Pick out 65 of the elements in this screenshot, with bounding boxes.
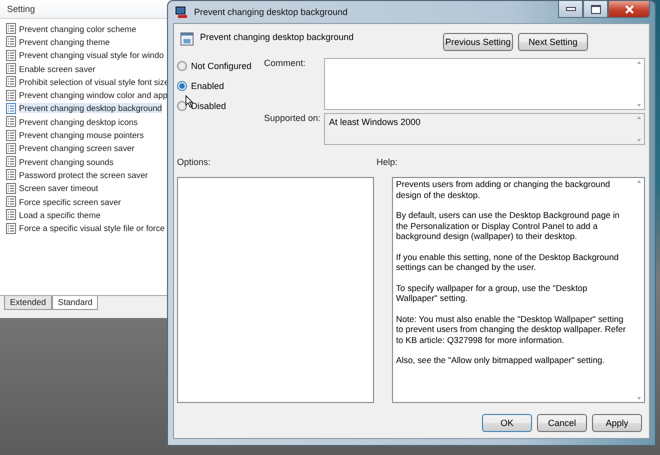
radio-label: Enabled (191, 81, 224, 91)
setting-icon (6, 36, 16, 48)
window-title: Prevent changing desktop background (194, 7, 349, 17)
nav-button[interactable]: Next Setting (518, 33, 588, 51)
setting-icon (6, 50, 16, 61)
setting-icon (6, 76, 16, 88)
list-item[interactable]: Force specific screen saver (19, 196, 121, 206)
list-item[interactable]: Enable screen saver (19, 64, 96, 74)
setting-icon (6, 196, 16, 207)
list-item[interactable]: Prevent changing desktop icons (19, 116, 138, 127)
minimize-button[interactable] (558, 1, 583, 18)
column-header[interactable]: Setting (0, 0, 172, 19)
radio-button[interactable] (177, 61, 187, 71)
radio-label: Not Configured (191, 61, 252, 71)
list-item[interactable]: Force a specific visual style file or force (19, 223, 165, 234)
comment-field[interactable] (324, 58, 645, 110)
close-button[interactable] (608, 1, 650, 18)
help-paragraph: To specify wallpaper for a group, use the "Desktop Wallpaper" setting. (396, 282, 588, 304)
list-item[interactable]: Load a specific theme (19, 210, 100, 220)
list-item[interactable]: Prevent changing color scheme (19, 24, 136, 34)
field-label: Supported on: (264, 113, 322, 125)
help-paragraph: Note: You must also enable the "Desktop Wallpaper" setting to prevent users from changing the desktop wallpaper. Refer to KB article: Q327998 for more information. (396, 314, 627, 345)
help-paragraph: If you enable this setting, none of the Desktop Background settings can be changed by the user. (396, 252, 620, 272)
setting-icon (6, 169, 16, 180)
dialog-button[interactable]: Cancel (537, 414, 587, 432)
dialog-button[interactable]: Apply (592, 414, 642, 432)
help-paragraph: Also, see the "Allow only bitmapped wallpaper" setting. (396, 355, 606, 366)
setting-icon (6, 182, 16, 194)
computer-icon (175, 5, 189, 19)
setting-icon (6, 130, 16, 141)
help-paragraph: By default, users can use the Desktop Background page in the Personalization or Display Control Panel to add a background design (wallpaper) to their desktop. (396, 210, 621, 242)
setting-icon (6, 209, 16, 220)
setting-icon (6, 142, 16, 154)
setting-icon (6, 156, 16, 168)
radio-button[interactable] (177, 101, 187, 111)
setting-icon (6, 63, 16, 74)
tab[interactable]: Extended (4, 296, 52, 310)
settings-icon (180, 32, 194, 46)
section-label: Help: (376, 157, 398, 169)
dialog-button[interactable]: OK (482, 414, 532, 432)
section-label: Options: (177, 157, 211, 169)
field-label: Comment: (264, 58, 307, 70)
setting-icon (6, 23, 16, 34)
list-item[interactable]: Screen saver timeout (19, 183, 98, 194)
help-paragraph: Prevents users from adding or changing the background design of the desktop. (396, 179, 612, 200)
tab[interactable]: Standard (52, 296, 98, 310)
setting-icon (6, 222, 16, 234)
supported-on-value: At least Windows 2000 (328, 116, 422, 129)
setting-icon (6, 102, 16, 114)
list-item[interactable]: Password protect the screen saver (19, 170, 148, 180)
maximize-button[interactable] (583, 1, 608, 18)
list-item[interactable]: Prevent changing desktop background (19, 103, 162, 114)
setting-icon (6, 90, 16, 101)
radio-label: Disabled (191, 101, 226, 111)
list-item[interactable]: Prevent changing mouse pointers (19, 130, 144, 140)
setting-title: Prevent changing desktop background (200, 32, 354, 42)
nav-button[interactable]: Previous Setting (443, 33, 513, 51)
radio-button[interactable] (177, 81, 187, 91)
setting-icon (6, 116, 16, 128)
close-icon (624, 4, 634, 14)
list-item[interactable]: Prevent changing theme (19, 36, 110, 47)
list-item[interactable]: Prevent changing window color and app (19, 90, 168, 100)
list-item[interactable]: Prevent changing screen saver (19, 143, 134, 154)
list-item[interactable]: Prevent changing visual style for windo (19, 50, 164, 60)
list-item[interactable]: Prevent changing sounds (19, 156, 114, 167)
